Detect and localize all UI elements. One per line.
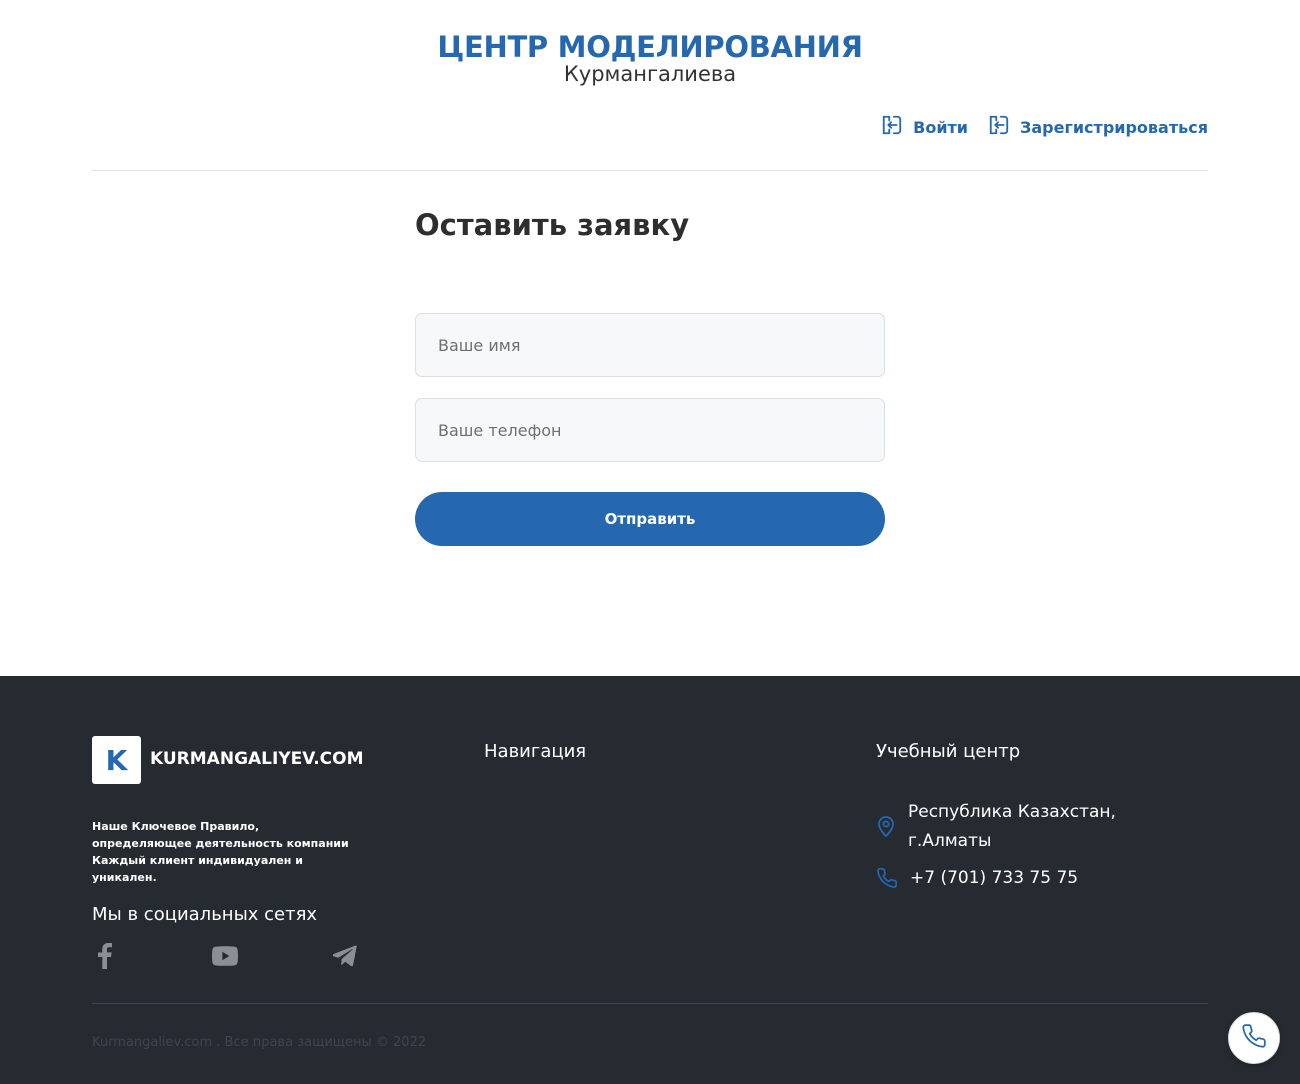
logo-text[interactable]: KURMANGALIYEV.COM [150, 749, 364, 769]
social-links [92, 942, 372, 972]
facebook-icon[interactable] [92, 942, 118, 970]
header-divider [92, 170, 1208, 171]
nav-title: Навигация [484, 741, 587, 762]
youtube-icon[interactable] [212, 942, 238, 970]
telegram-icon[interactable] [332, 942, 358, 970]
about-text: Наше Ключевое Правило, определяющее деят… [92, 820, 349, 884]
footer-divider [92, 1003, 1208, 1004]
phone-input[interactable] [415, 398, 885, 462]
phone-row[interactable]: +7 (701) 733 75 75 [876, 864, 1078, 893]
social-title: Мы в социальных сетях [92, 904, 318, 925]
name-input[interactable] [415, 313, 885, 377]
address-line-1: Республика Казахстан, [908, 802, 1116, 822]
login-label: Войти [913, 117, 969, 137]
brand-subtitle: Курмангалиева [563, 62, 737, 86]
form-title: Оставить заявку [415, 208, 690, 242]
copyright-text: Kurmangaliev.com . Все права защищены © … [92, 1035, 427, 1050]
center-title: Учебный центр [876, 741, 1021, 762]
address-line-2: г.Алматы [908, 831, 992, 851]
phone-number: +7 (701) 733 75 75 [910, 868, 1079, 888]
call-button[interactable] [1228, 1012, 1280, 1064]
logo-mark[interactable]: K [92, 736, 141, 784]
register-link[interactable]: Зарегистрироваться [988, 114, 1208, 140]
site-header: ЦЕНТР МОДЕЛИРОВАНИЯ Курмангалиева Войти [0, 0, 1300, 172]
brand-title[interactable]: ЦЕНТР МОДЕЛИРОВАНИЯ [0, 30, 1300, 64]
login-link[interactable]: Войти [881, 114, 968, 140]
auth-links: Войти Зарегистрироваться [881, 114, 1208, 140]
submit-button[interactable]: Отправить [415, 492, 885, 546]
register-label: Зарегистрироваться [1020, 117, 1208, 137]
location-pin-icon [876, 815, 896, 837]
address-row: Республика Казахстан, г.Алматы [876, 798, 1116, 856]
sign-in-icon [988, 114, 1010, 140]
phone-icon [1241, 1023, 1267, 1053]
site-footer: K KURMANGALIYEV.COM Наше Ключевое Правил… [0, 676, 1300, 1084]
sign-in-icon [881, 114, 903, 140]
phone-icon [876, 867, 898, 889]
